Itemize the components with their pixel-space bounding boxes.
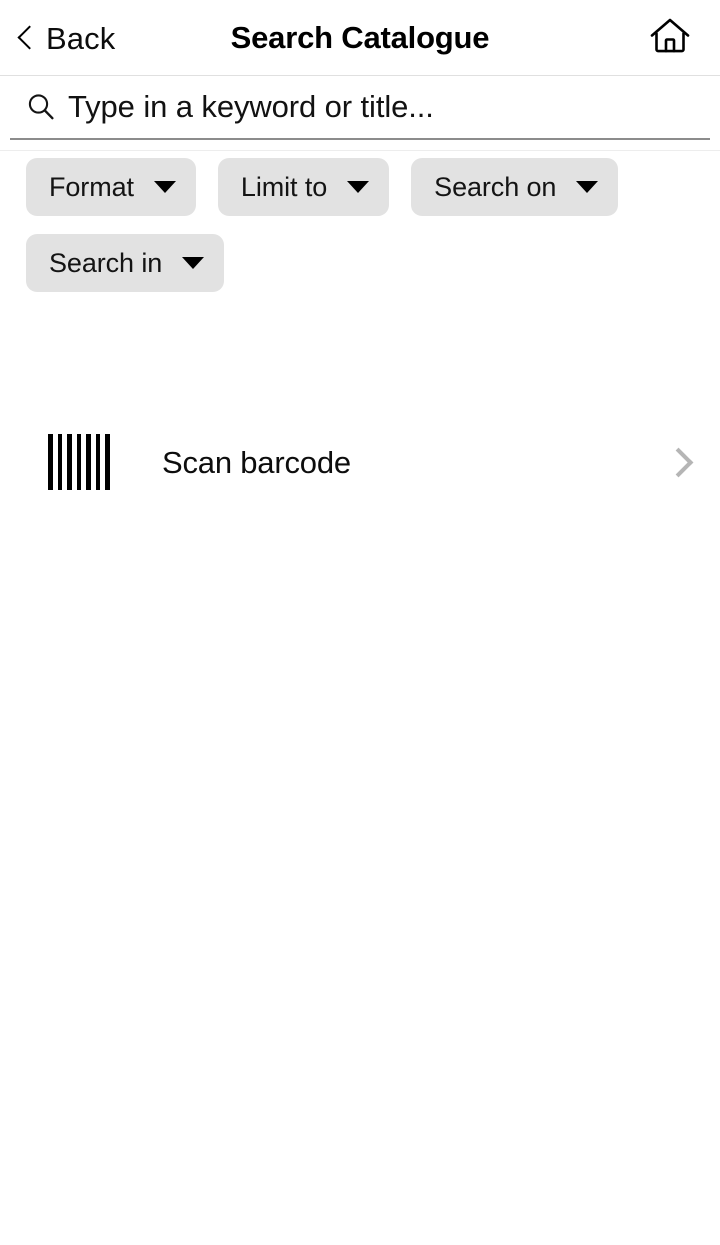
barcode-icon bbox=[48, 434, 110, 490]
filter-chip-label: Format bbox=[49, 171, 134, 202]
scan-barcode-row[interactable]: Scan barcode bbox=[0, 418, 720, 506]
home-icon bbox=[649, 16, 691, 61]
search-icon bbox=[24, 90, 58, 124]
chevron-down-icon bbox=[182, 257, 205, 269]
chevron-down-icon bbox=[576, 181, 599, 193]
scan-barcode-label: Scan barcode bbox=[162, 444, 351, 480]
back-button[interactable]: Back bbox=[10, 0, 123, 76]
back-button-label: Back bbox=[46, 20, 116, 56]
search-field[interactable] bbox=[10, 76, 710, 140]
chevron-right-icon bbox=[668, 445, 688, 479]
filter-chip-label: Search in bbox=[49, 247, 163, 278]
filter-chip-label: Limit to bbox=[240, 171, 328, 202]
home-button[interactable] bbox=[640, 0, 700, 76]
filter-chip-format[interactable]: Format bbox=[26, 158, 196, 216]
filter-chip-label: Search on bbox=[434, 171, 557, 202]
app-header: Back Search Catalogue bbox=[0, 0, 720, 76]
search-input[interactable] bbox=[68, 85, 710, 129]
chevron-left-icon bbox=[18, 24, 34, 52]
chevron-down-icon bbox=[347, 181, 370, 193]
filter-chip-group: Format Limit to Search on Search in bbox=[0, 151, 720, 292]
filter-chip-search-in[interactable]: Search in bbox=[26, 234, 225, 292]
chevron-down-icon bbox=[153, 181, 176, 193]
search-catalogue-screen: Back Search Catalogue Format bbox=[0, 0, 720, 1245]
filter-chip-limit-to[interactable]: Limit to bbox=[217, 158, 390, 216]
filter-chip-search-on[interactable]: Search on bbox=[411, 158, 619, 216]
